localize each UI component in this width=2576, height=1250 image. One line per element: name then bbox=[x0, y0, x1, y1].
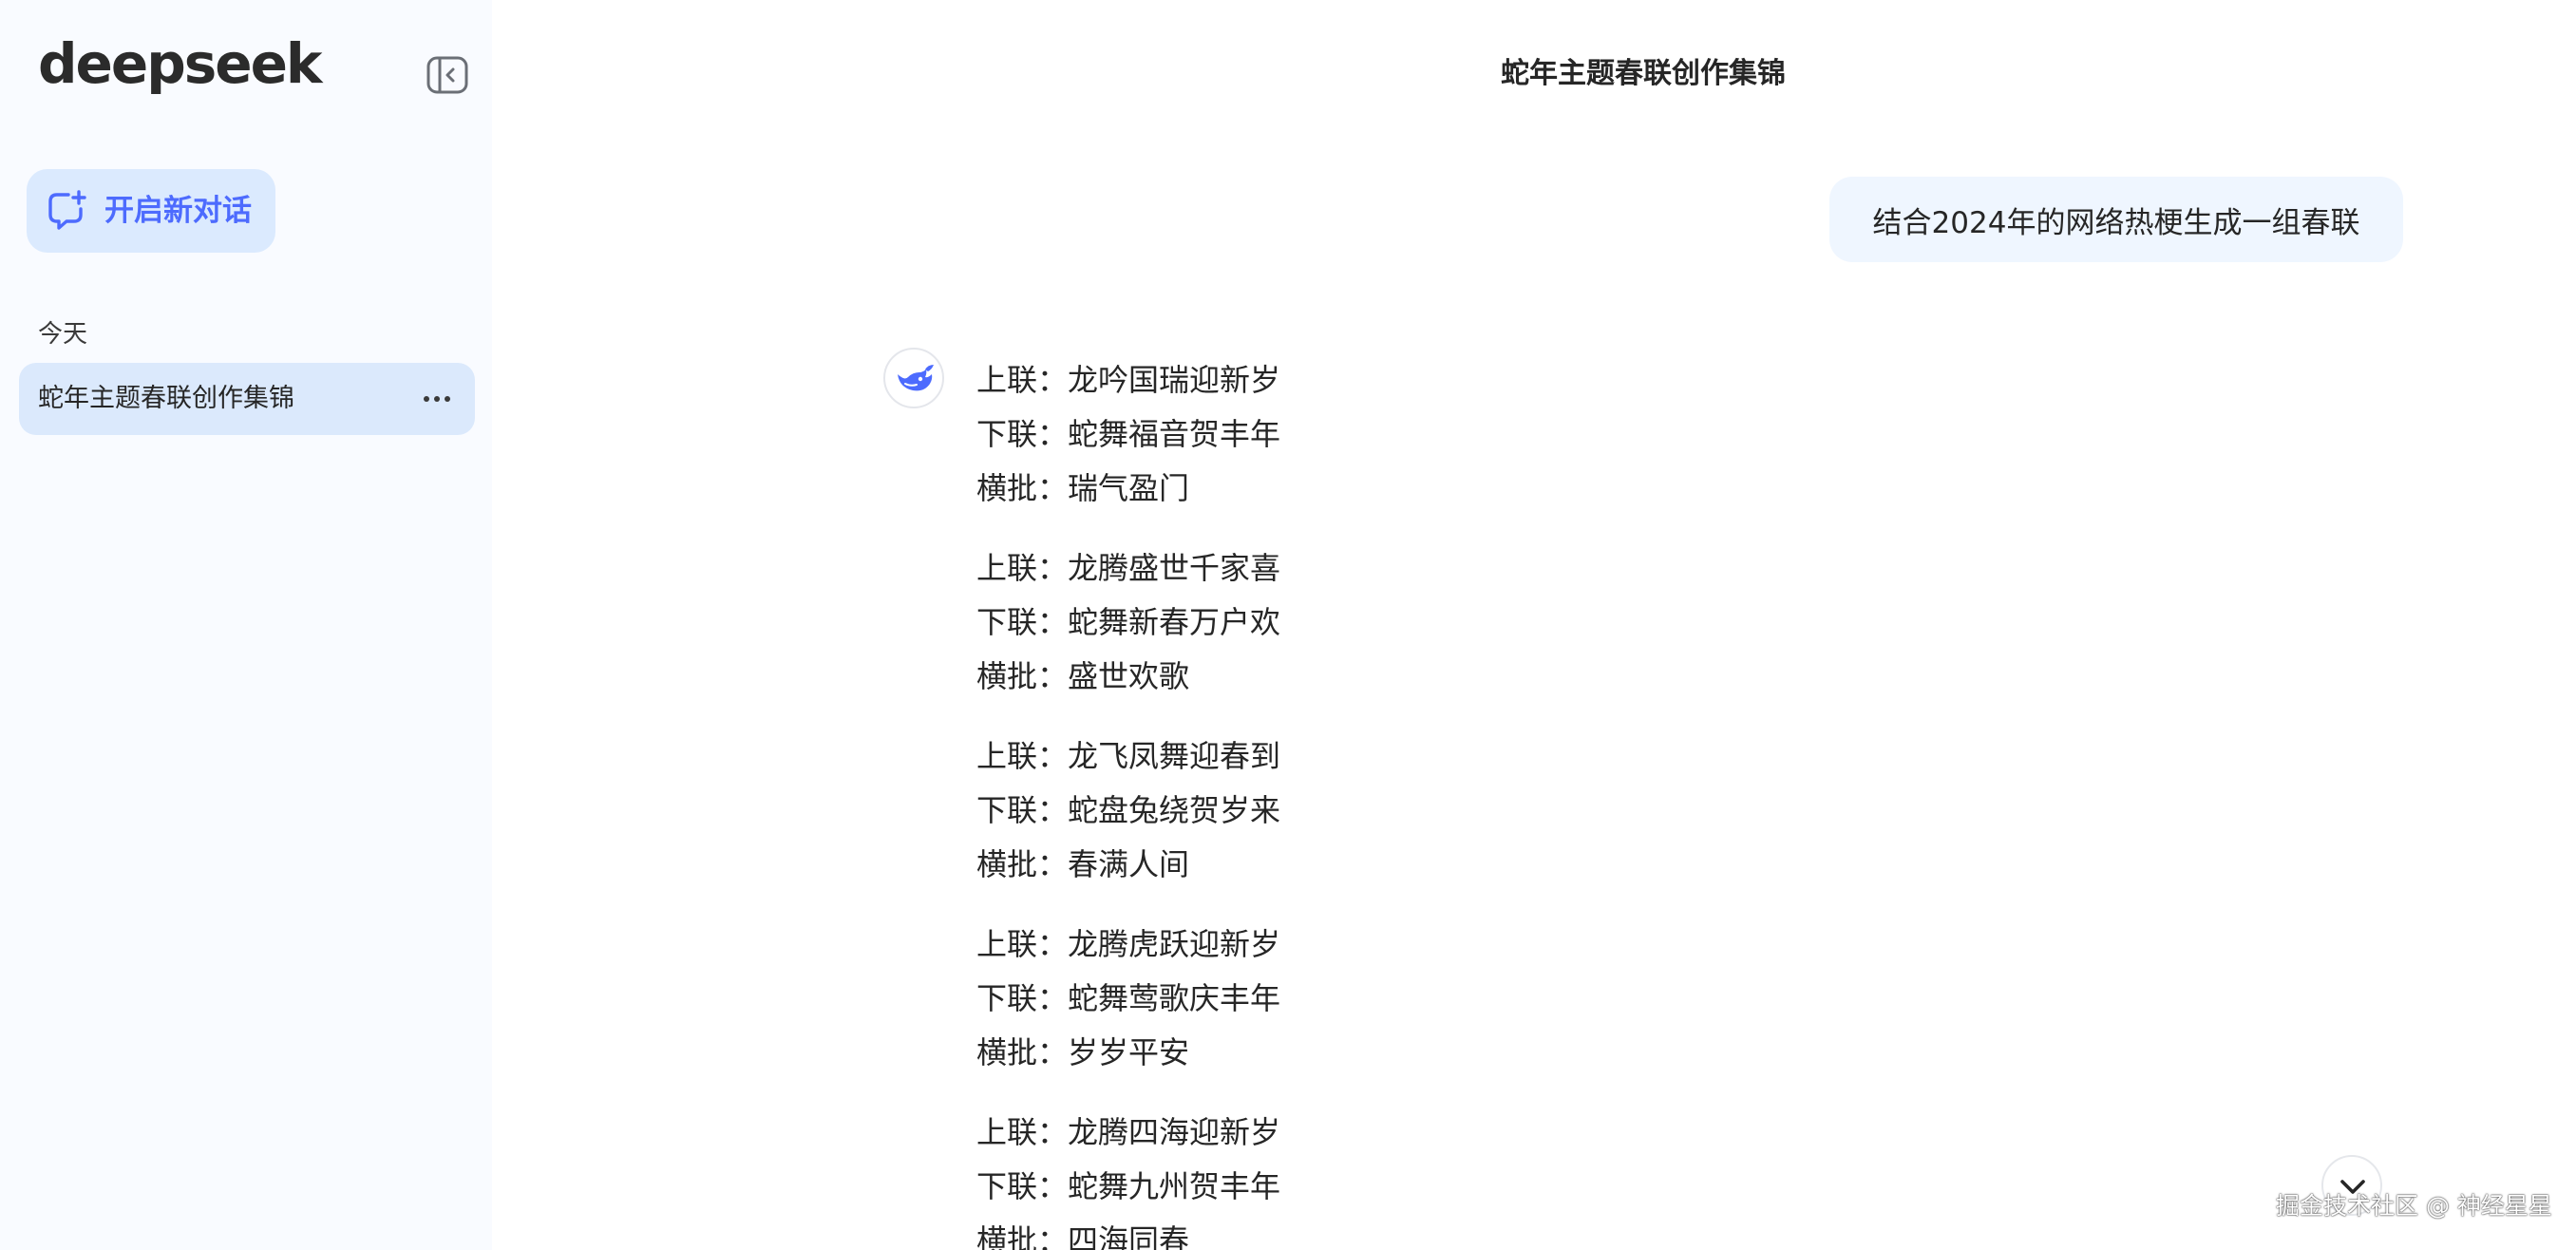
couplet-upper: 上联：龙腾四海迎新岁 bbox=[976, 1114, 1281, 1150]
couplet: 上联：龙腾盛世千家喜 下联：蛇舞新春万户欢 横批：盛世欢歌 bbox=[976, 541, 1736, 704]
couplet-banner: 横批：盛世欢歌 bbox=[976, 658, 1190, 694]
couplet-upper: 上联：龙飞凤舞迎春到 bbox=[976, 738, 1281, 774]
couplet-banner: 横批：春满人间 bbox=[976, 846, 1190, 882]
couplet-upper: 上联：龙腾虎跃迎新岁 bbox=[976, 926, 1281, 962]
conversation-title: 蛇年主题春联创作集锦 bbox=[1501, 57, 1786, 90]
sidebar: deepseek 开启新对话 今天 蛇年主题春联创作集锦 bbox=[0, 0, 492, 1250]
couplet-banner: 横批：岁岁平安 bbox=[976, 1034, 1190, 1070]
couplet: 上联：龙吟国瑞迎新岁 下联：蛇舞福音贺丰年 横批：瑞气盈门 bbox=[976, 353, 1736, 516]
couplet-banner: 横批：瑞气盈门 bbox=[976, 470, 1190, 506]
watermark: 掘金技术社区 @ 神经星星 bbox=[2276, 1192, 2552, 1220]
assistant-answer: 上联：龙吟国瑞迎新岁 下联：蛇舞福音贺丰年 横批：瑞气盈门 上联：龙腾盛世千家喜… bbox=[976, 353, 1736, 1250]
couplet: 上联：龙腾四海迎新岁 下联：蛇舞九州贺丰年 横批：四海同春 bbox=[976, 1106, 1736, 1250]
couplet-lower: 下联：蛇舞莺歌庆丰年 bbox=[976, 980, 1281, 1016]
history-item[interactable]: 蛇年主题春联创作集锦 bbox=[19, 363, 475, 435]
couplet: 上联：龙飞凤舞迎春到 下联：蛇盘兔绕贺岁来 横批：春满人间 bbox=[976, 729, 1736, 892]
history-section-today: 今天 bbox=[38, 320, 88, 349]
new-chat-label: 开启新对话 bbox=[104, 194, 252, 228]
sidebar-collapse-button[interactable] bbox=[426, 55, 469, 95]
deepseek-logo[interactable]: deepseek bbox=[38, 36, 322, 91]
couplet-lower: 下联：蛇盘兔绕贺岁来 bbox=[976, 792, 1281, 828]
more-horizontal-icon bbox=[422, 396, 453, 402]
couplet: 上联：龙腾虎跃迎新岁 下联：蛇舞莺歌庆丰年 横批：岁岁平安 bbox=[976, 918, 1736, 1080]
chat-plus-icon bbox=[48, 190, 86, 230]
couplet-upper: 上联：龙腾盛世千家喜 bbox=[976, 550, 1281, 586]
app-window: deepseek 开启新对话 今天 蛇年主题春联创作集锦 蛇年主题春联创作集锦 … bbox=[0, 0, 2576, 1250]
more-button[interactable] bbox=[418, 380, 456, 418]
couplet-lower: 下联：蛇舞九州贺丰年 bbox=[976, 1168, 1281, 1204]
couplet-lower: 下联：蛇舞福音贺丰年 bbox=[976, 416, 1281, 452]
assistant-avatar bbox=[883, 348, 944, 408]
couplet-banner: 横批：四海同春 bbox=[976, 1222, 1190, 1250]
sidebar-collapse-icon bbox=[426, 56, 468, 94]
couplet-upper: 上联：龙吟国瑞迎新岁 bbox=[976, 362, 1281, 398]
new-chat-button[interactable]: 开启新对话 bbox=[27, 169, 275, 253]
history-item-title: 蛇年主题春联创作集锦 bbox=[38, 384, 294, 413]
user-message-bubble: 结合2024年的网络热梗生成一组春联 bbox=[1829, 177, 2403, 262]
couplet-lower: 下联：蛇舞新春万户欢 bbox=[976, 604, 1281, 640]
deepseek-whale-icon bbox=[898, 365, 934, 391]
